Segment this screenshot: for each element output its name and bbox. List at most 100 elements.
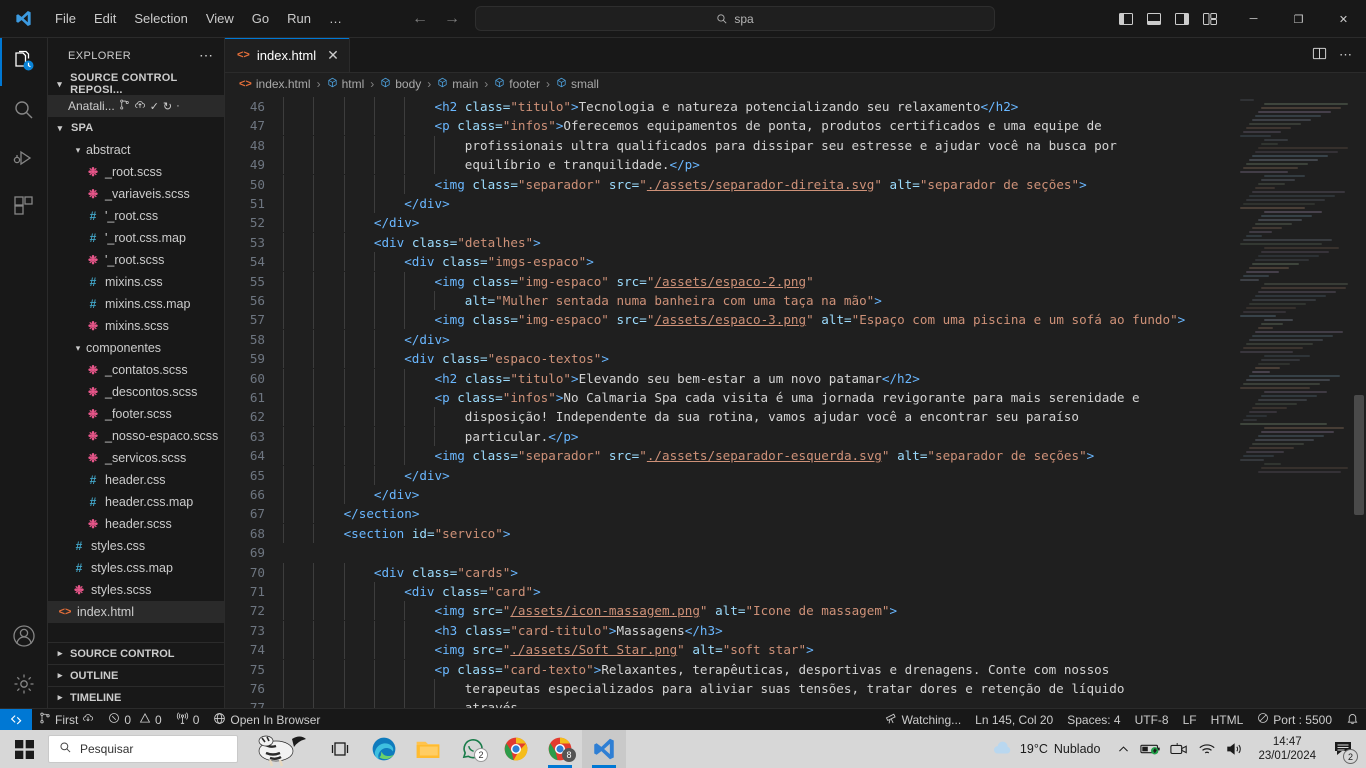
breadcrumb-item-small[interactable]: small bbox=[556, 77, 599, 91]
menu-bar[interactable]: File Edit Selection View Go Run … bbox=[46, 8, 351, 29]
tree-file[interactable]: ❉ _descontos.scss bbox=[48, 381, 224, 403]
breadcrumb-item-body[interactable]: body bbox=[380, 77, 421, 91]
tree-file[interactable]: ❉ '_root.scss bbox=[48, 249, 224, 271]
menu-edit[interactable]: Edit bbox=[85, 8, 125, 29]
menu-go[interactable]: Go bbox=[243, 8, 278, 29]
wifi-icon[interactable] bbox=[1194, 730, 1220, 768]
explorer-more-actions-icon[interactable]: ⋯ bbox=[199, 47, 214, 64]
tree-file[interactable]: ❉ header.scss bbox=[48, 513, 224, 535]
volume-icon[interactable] bbox=[1222, 730, 1248, 768]
toggle-secondary-sidebar-icon[interactable] bbox=[1171, 8, 1193, 30]
tree-file[interactable]: ❉ _variaveis.scss bbox=[48, 183, 224, 205]
tree-file[interactable]: # mixins.css.map bbox=[48, 293, 224, 315]
weather-widget[interactable]: 19°C Nublado bbox=[984, 740, 1109, 759]
editor-more-actions-icon[interactable]: ⋯ bbox=[1339, 47, 1352, 63]
taskbar-clock[interactable]: 14:47 23/01/2024 bbox=[1250, 735, 1324, 763]
window-minimize-button[interactable]: ─ bbox=[1231, 0, 1276, 38]
menu-file[interactable]: File bbox=[46, 8, 85, 29]
split-editor-icon[interactable] bbox=[1312, 46, 1327, 64]
breadcrumb-item-html[interactable]: html bbox=[327, 77, 364, 91]
notification-icon[interactable]: 2 bbox=[1326, 730, 1360, 768]
status-problems[interactable]: 0 0 bbox=[101, 709, 168, 731]
code-line[interactable]: disposição! Independente da sua rotina, … bbox=[283, 407, 1079, 427]
code-line[interactable]: <img class="separador" src="./assets/sep… bbox=[283, 446, 1094, 466]
tree-file[interactable]: # '_root.css bbox=[48, 205, 224, 227]
code-line[interactable]: <p class="card-texto">Relaxantes, terapê… bbox=[283, 659, 1109, 679]
vscode-icon[interactable] bbox=[582, 730, 626, 768]
search-icon[interactable] bbox=[0, 86, 48, 134]
scrollbar-thumb[interactable] bbox=[1354, 395, 1364, 515]
status-eol[interactable]: LF bbox=[1176, 709, 1204, 731]
code-line[interactable]: <h3 class="card-titulo">Massagens</h3> bbox=[283, 620, 723, 640]
menu-more[interactable]: … bbox=[320, 8, 351, 29]
tree-file[interactable]: ❉ _servicos.scss bbox=[48, 447, 224, 469]
cloud-upload-icon[interactable] bbox=[134, 99, 146, 114]
taskbar-search-input[interactable]: Pesquisar bbox=[48, 735, 238, 763]
go-forward-icon[interactable]: → bbox=[443, 10, 461, 28]
command-center-search[interactable]: spa bbox=[475, 6, 995, 31]
code-line[interactable]: <div class="cards"> bbox=[283, 562, 518, 582]
code-line[interactable]: <p class="infos">No Calmaria Spa cada vi… bbox=[283, 388, 1140, 407]
window-maximize-button[interactable]: ❐ bbox=[1276, 0, 1321, 38]
settings-gear-icon[interactable] bbox=[0, 660, 48, 708]
extensions-icon[interactable] bbox=[0, 182, 48, 230]
tree-file[interactable]: <> index.html bbox=[48, 601, 224, 623]
battery-icon[interactable] bbox=[1138, 730, 1164, 768]
tree-file[interactable]: ❉ mixins.scss bbox=[48, 315, 224, 337]
code-line[interactable]: <img src="./assets/Soft Star.png" alt="s… bbox=[283, 640, 814, 660]
code-line[interactable]: </section> bbox=[283, 504, 419, 524]
status-live-server-port[interactable]: Port : 5500 bbox=[1250, 709, 1339, 731]
code-line[interactable]: particular.</p> bbox=[283, 426, 579, 446]
menu-run[interactable]: Run bbox=[278, 8, 320, 29]
code-line[interactable]: <div class="card"> bbox=[283, 582, 541, 601]
code-line[interactable]: <h2 class="titulo">Elevando seu bem-esta… bbox=[283, 368, 920, 388]
menu-selection[interactable]: Selection bbox=[125, 8, 196, 29]
tree-file[interactable]: # header.css.map bbox=[48, 491, 224, 513]
toggle-primary-sidebar-icon[interactable] bbox=[1115, 8, 1137, 30]
microsoft-edge-icon[interactable] bbox=[362, 730, 406, 768]
status-watching[interactable]: Watching... bbox=[878, 709, 969, 731]
tree-folder[interactable]: ▾ componentes bbox=[48, 337, 224, 359]
code-line[interactable]: </div> bbox=[283, 485, 419, 504]
accounts-icon[interactable] bbox=[0, 612, 48, 660]
code-line[interactable]: <p class="infos">Oferecemos equipamentos… bbox=[283, 116, 1102, 136]
task-view-icon[interactable] bbox=[318, 730, 362, 768]
remote-window-icon[interactable] bbox=[0, 708, 32, 731]
whatsapp-icon[interactable]: 2 bbox=[450, 730, 494, 768]
code-line[interactable]: equilíbrio e tranquilidade.</p> bbox=[283, 155, 700, 175]
google-chrome-icon[interactable] bbox=[494, 730, 538, 768]
code-line[interactable]: <div class="espaco-textos"> bbox=[283, 349, 609, 369]
tree-file[interactable]: ❉ styles.scss bbox=[48, 579, 224, 601]
code-line[interactable]: <img class="img-espaco" src="/assets/esp… bbox=[283, 310, 1185, 330]
code-line[interactable]: </div> bbox=[283, 194, 450, 213]
panel-source-control[interactable]: ▸ SOURCE CONTROL bbox=[48, 642, 224, 664]
status-cursor-position[interactable]: Ln 145, Col 20 bbox=[968, 709, 1060, 731]
tree-file[interactable]: # styles.css bbox=[48, 535, 224, 557]
code-line[interactable]: <img class="img-espaco" src="/assets/esp… bbox=[283, 271, 814, 291]
status-notifications[interactable] bbox=[1339, 709, 1366, 731]
status-ports[interactable]: 0 bbox=[169, 709, 207, 731]
code-line[interactable]: </div> bbox=[283, 213, 419, 233]
code-line[interactable]: <img src="/assets/icon-massagem.png" alt… bbox=[283, 601, 897, 621]
run-and-debug-icon[interactable] bbox=[0, 134, 48, 182]
file-explorer-icon[interactable] bbox=[406, 730, 450, 768]
check-icon[interactable]: ✓ bbox=[150, 100, 159, 113]
tab-index-html[interactable]: <> index.html ✕ bbox=[225, 38, 350, 72]
status-open-in-browser[interactable]: Open In Browser bbox=[206, 709, 327, 731]
status-branch[interactable]: First bbox=[32, 709, 101, 731]
code-line[interactable]: alt="Mulher sentada numa banheira com um… bbox=[283, 291, 882, 310]
windows-start-icon[interactable] bbox=[0, 730, 48, 768]
menu-view[interactable]: View bbox=[197, 8, 243, 29]
repository-row[interactable]: Anatali... ✓ ↻ · bbox=[48, 95, 224, 117]
code-line[interactable]: terapeutas especializados para aliviar s… bbox=[283, 679, 1124, 698]
code-lines[interactable]: 46 <h2 class="titulo">Tecnologia e nature… bbox=[225, 95, 1366, 708]
tree-file[interactable]: # mixins.css bbox=[48, 271, 224, 293]
code-line[interactable]: </div> bbox=[283, 465, 450, 485]
editor-scrollbar[interactable] bbox=[1352, 95, 1366, 708]
tree-file[interactable]: ❉ _footer.scss bbox=[48, 403, 224, 425]
show-hidden-icons[interactable] bbox=[1110, 730, 1136, 768]
source-control-repos-header[interactable]: ▾ SOURCE CONTROL REPOSI... bbox=[48, 72, 224, 96]
code-line[interactable]: <div class="imgs-espaco"> bbox=[283, 252, 594, 272]
breadcrumb-item-footer[interactable]: footer bbox=[494, 77, 540, 91]
breadcrumb-item-index-html[interactable]: <> index.html bbox=[239, 77, 311, 91]
